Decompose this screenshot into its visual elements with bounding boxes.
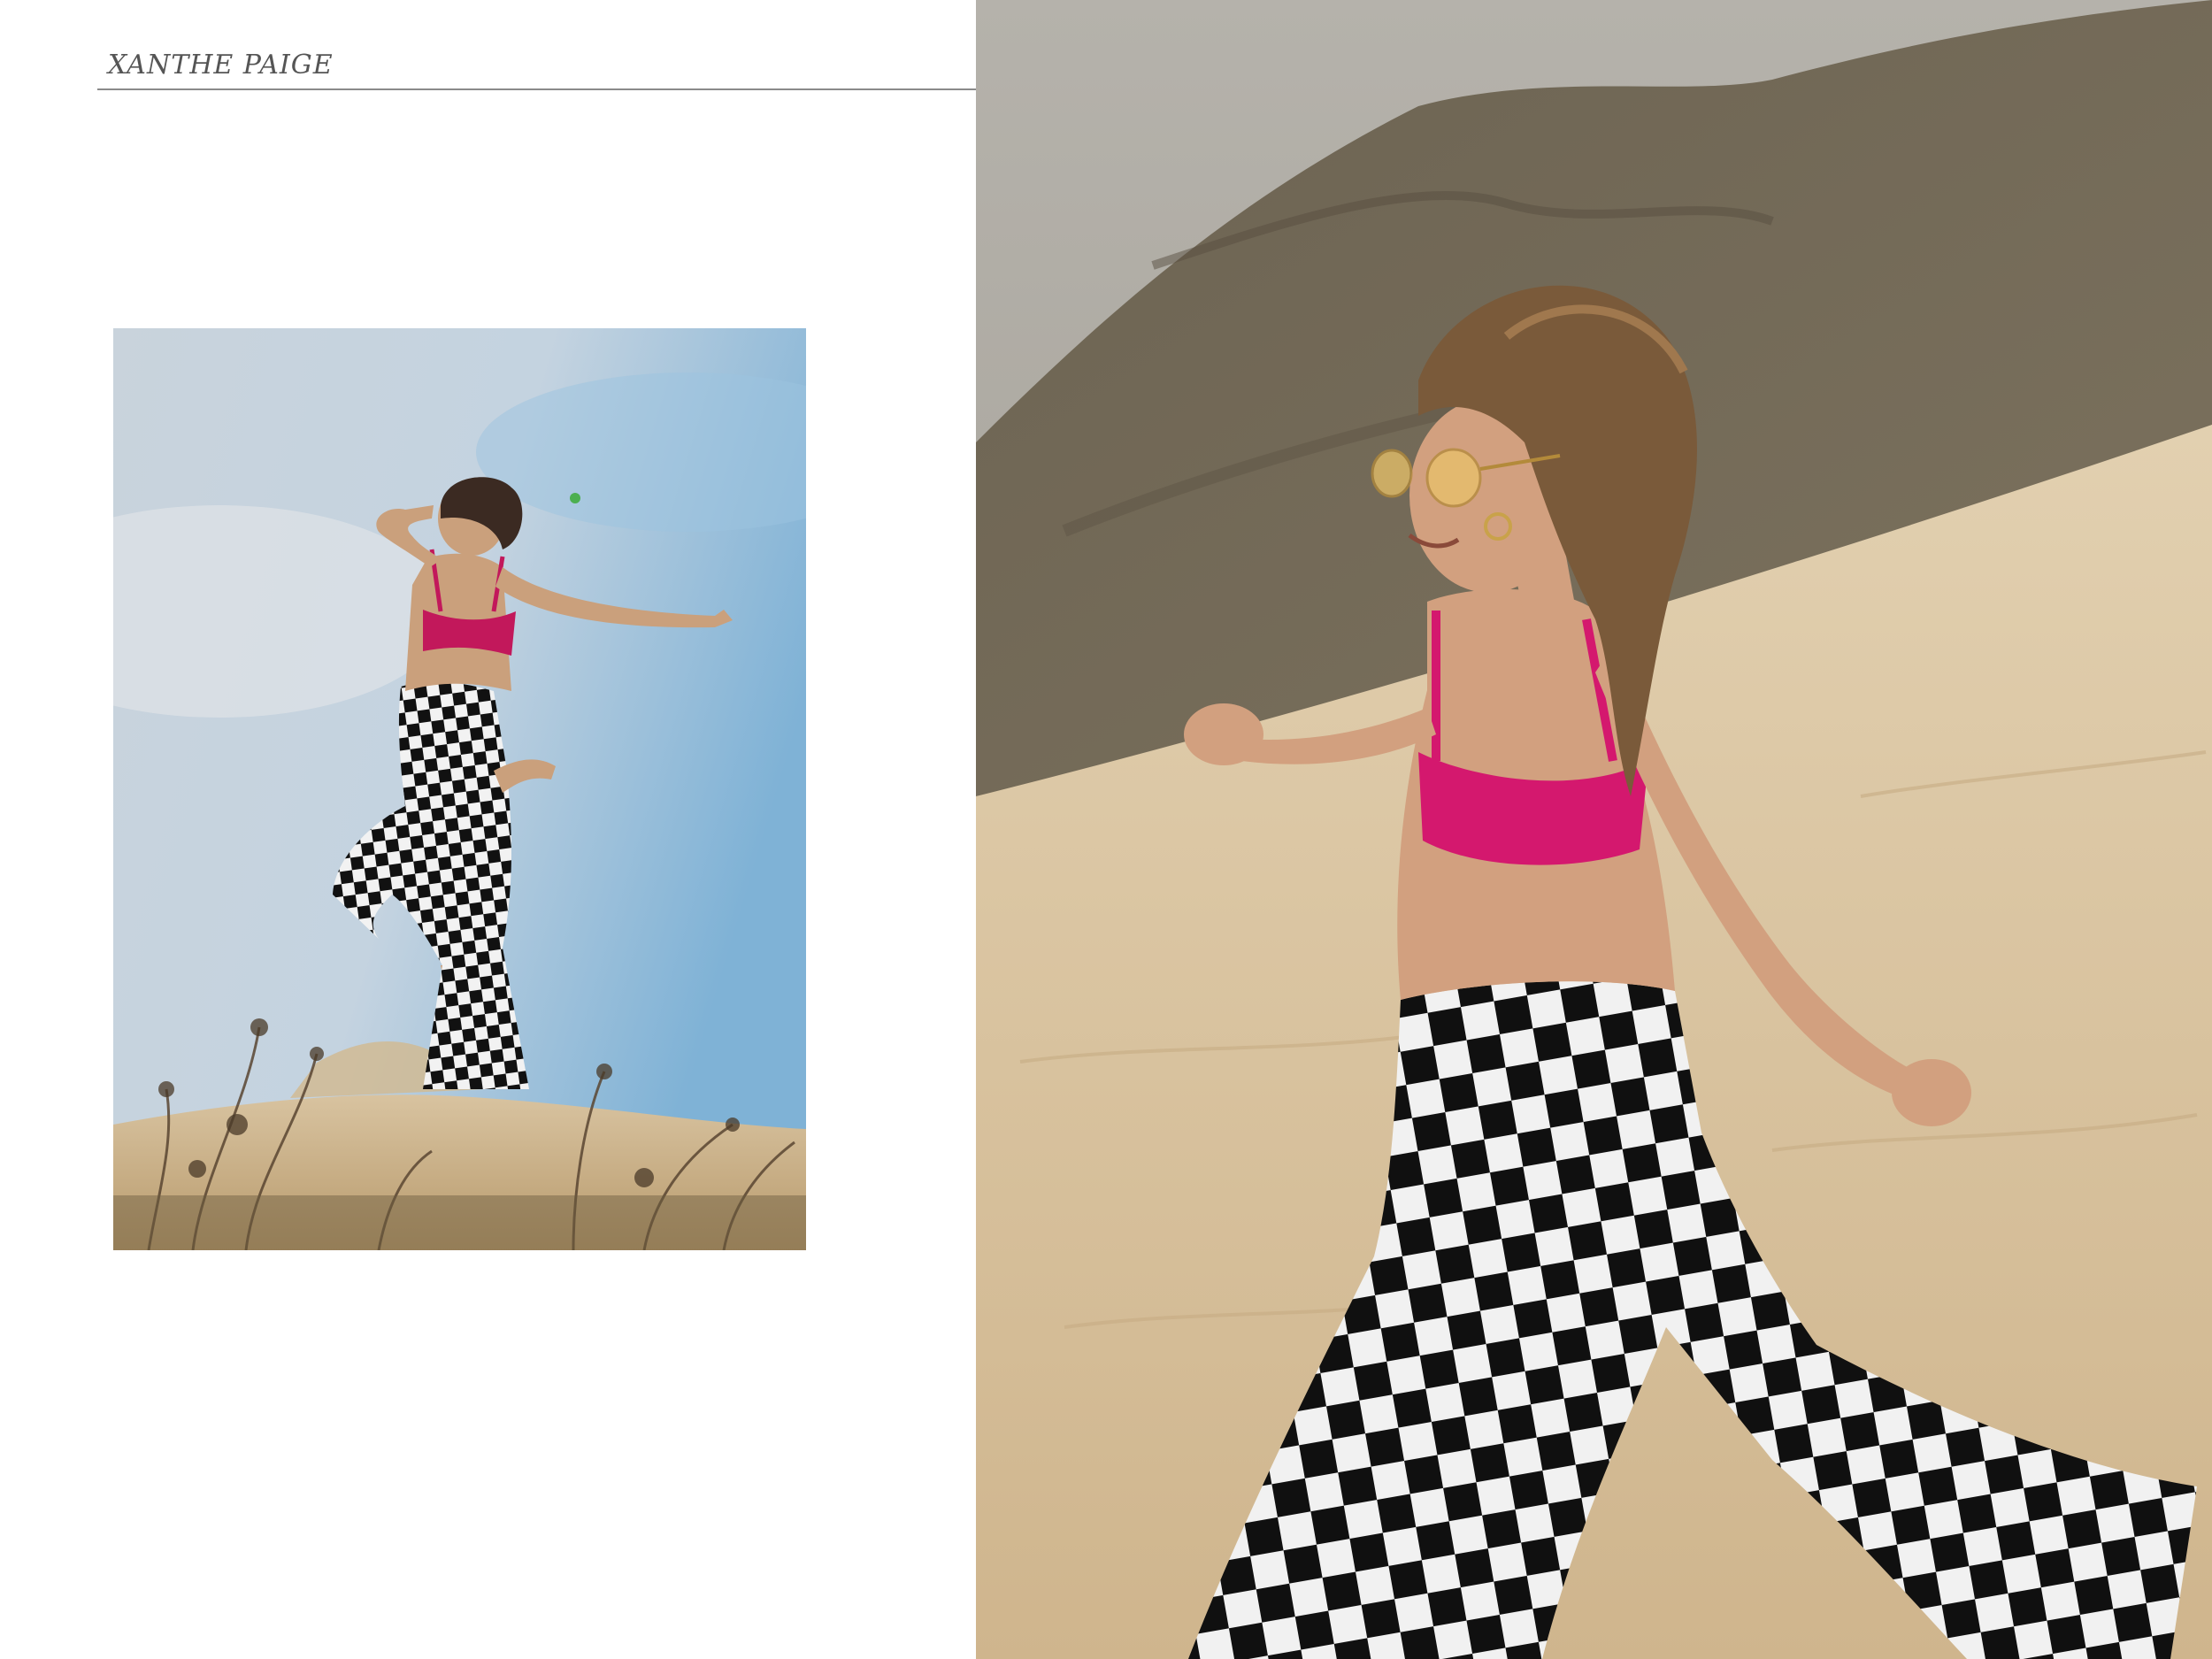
page-header: XANTHE PAIGE: [97, 35, 976, 90]
photo-woman-running: [976, 0, 2212, 1659]
left-page: XANTHE PAIGE: [0, 0, 976, 1659]
editorial-spread: XANTHE PAIGE: [0, 0, 2212, 1659]
author-name: XANTHE PAIGE: [108, 50, 334, 81]
photo-woman-jumping: [113, 328, 806, 1250]
